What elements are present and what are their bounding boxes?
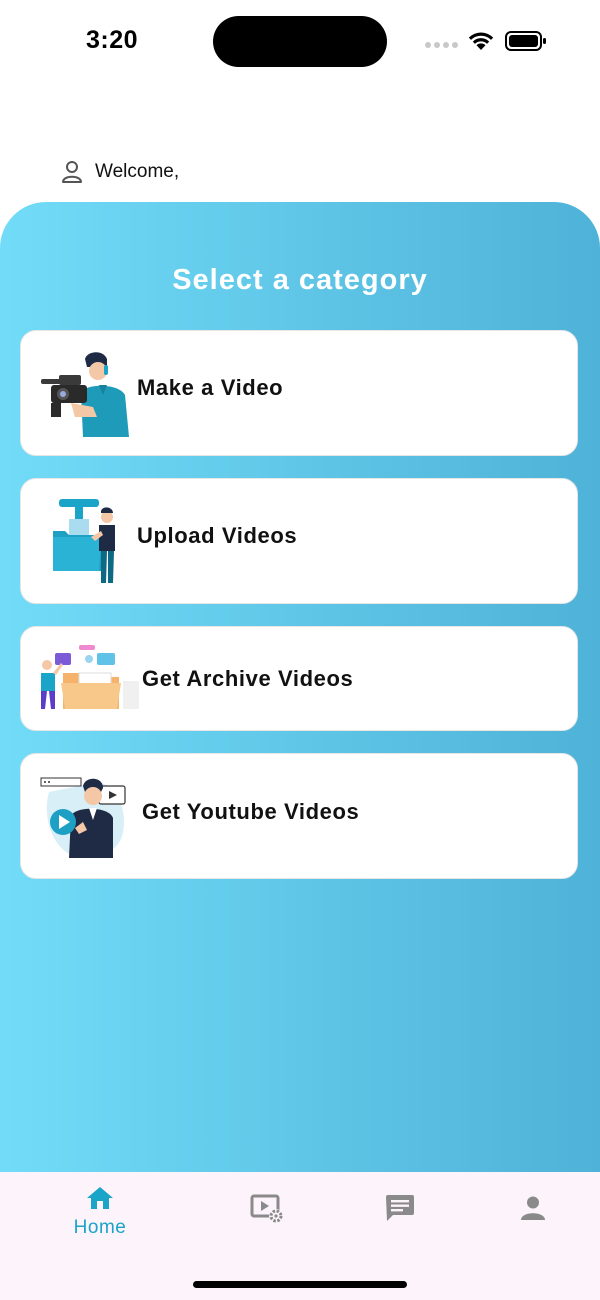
category-card-archive-videos[interactable]: Get Archive Videos xyxy=(20,626,578,731)
home-icon xyxy=(87,1187,113,1209)
nav-item-home[interactable]: Home xyxy=(40,1172,160,1252)
home-indicator xyxy=(193,1281,407,1288)
category-card-make-video[interactable]: Make a Video xyxy=(20,330,578,456)
category-card-upload-videos[interactable]: Upload Videos xyxy=(20,478,578,604)
category-label: Upload Videos xyxy=(137,523,298,548)
category-label: Get Youtube Videos xyxy=(142,799,360,824)
chat-icon xyxy=(386,1195,414,1221)
category-label: Get Archive Videos xyxy=(142,666,354,691)
nav-item-video-settings[interactable] xyxy=(207,1172,327,1252)
welcome-row: Welcome, xyxy=(61,158,179,186)
person-icon xyxy=(521,1196,545,1220)
wifi-icon xyxy=(468,32,494,50)
nav-item-chat[interactable] xyxy=(340,1172,460,1252)
category-card-youtube-videos[interactable]: Get Youtube Videos xyxy=(20,753,578,879)
welcome-text: Welcome, xyxy=(95,161,180,182)
status-time: 3:20 xyxy=(86,26,139,54)
upload-folder-illustration-icon xyxy=(53,499,115,583)
youtube-presenter-illustration-icon xyxy=(40,777,126,858)
status-bar: 3:20 xyxy=(0,0,600,85)
category-label: Make a Video xyxy=(137,375,284,400)
video-settings-icon xyxy=(250,1194,283,1223)
panel-title: Select a category xyxy=(172,264,428,296)
cellular-signal-icon xyxy=(425,42,458,48)
dynamic-island xyxy=(213,16,387,67)
videographer-illustration-icon xyxy=(41,352,129,437)
battery-icon xyxy=(505,31,546,51)
nav-item-profile[interactable] xyxy=(473,1172,593,1252)
user-outline-icon xyxy=(62,161,82,183)
archive-folder-illustration-icon xyxy=(41,645,139,709)
nav-label-home: Home xyxy=(73,1217,127,1238)
